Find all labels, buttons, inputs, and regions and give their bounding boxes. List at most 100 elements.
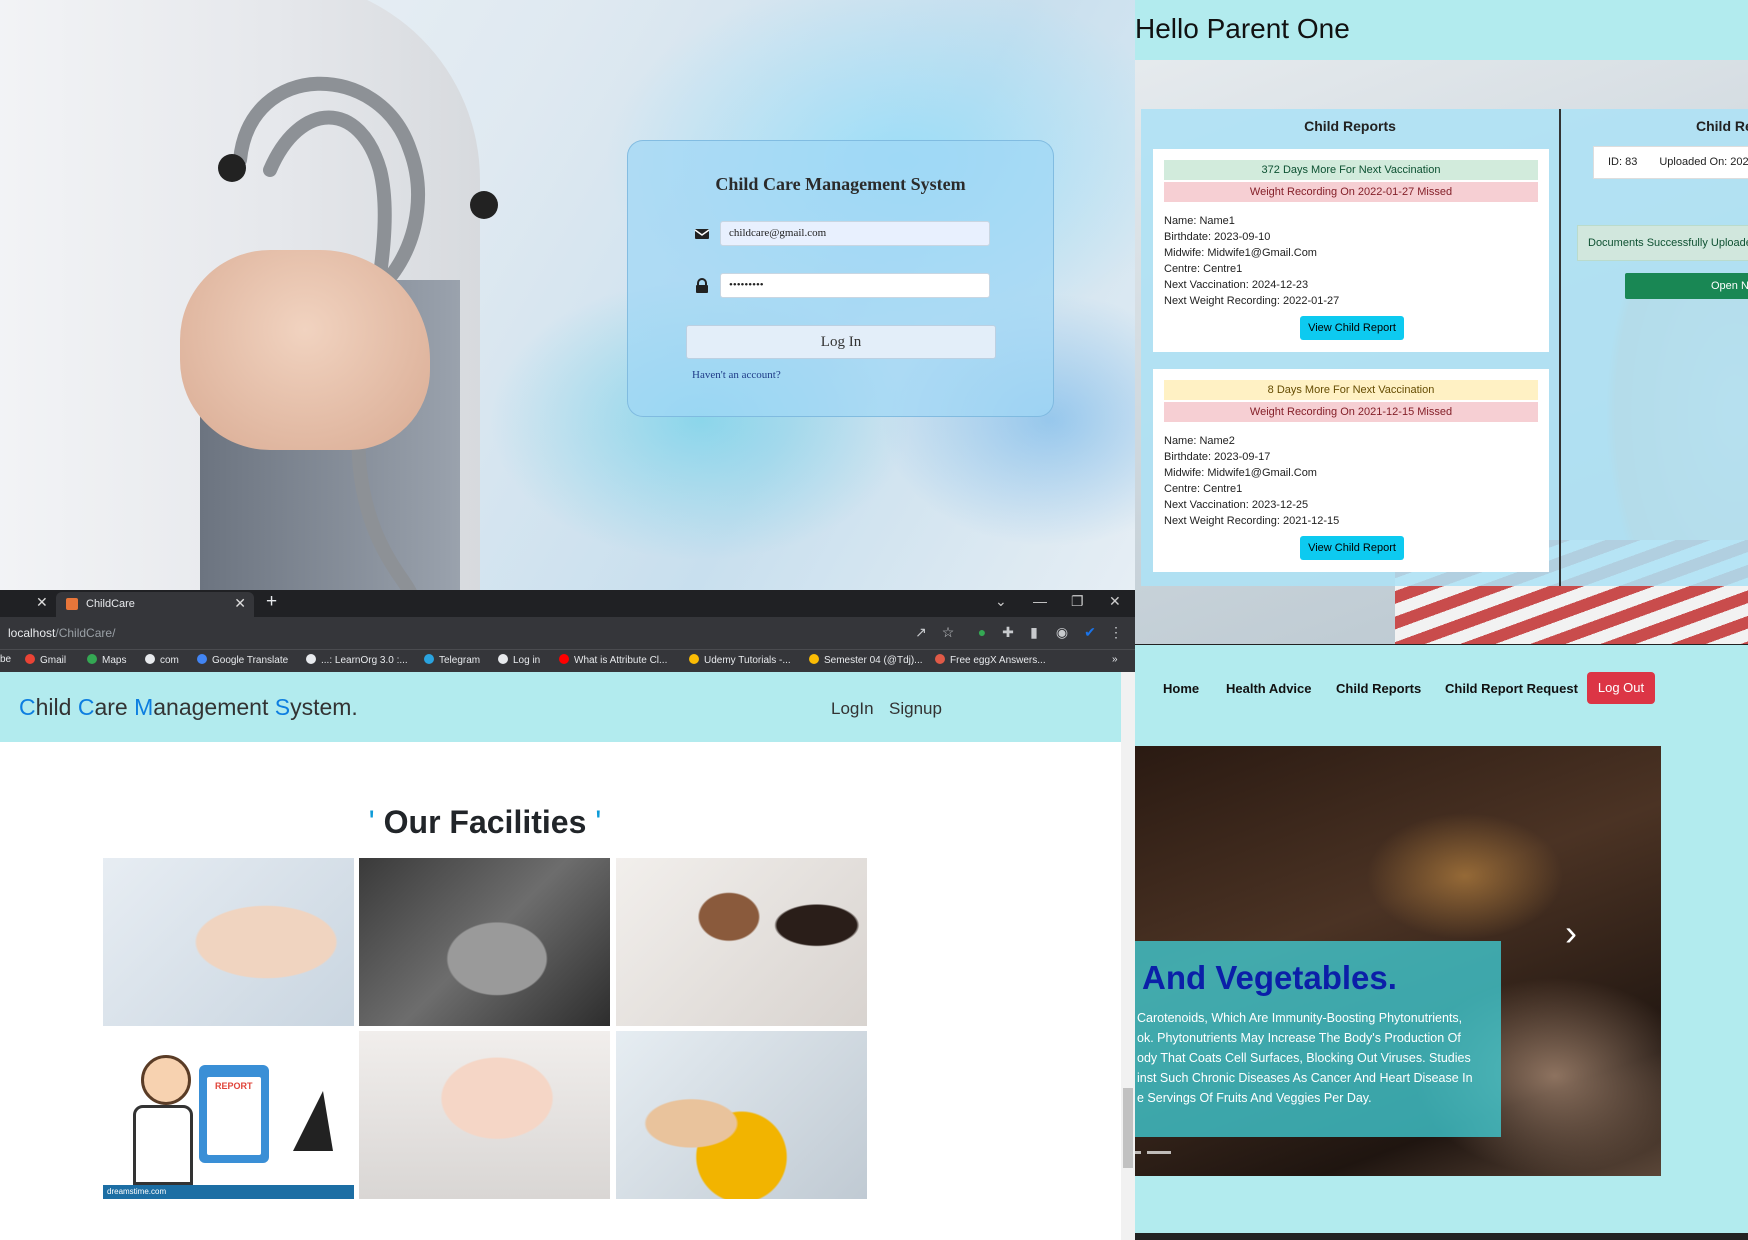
brand-word: anagement: [153, 694, 275, 720]
document-uploaded-date: Uploaded On: 202: [1659, 156, 1748, 168]
brand-letter: C: [77, 694, 95, 720]
side-panel-icon[interactable]: ▮: [1026, 624, 1042, 640]
gmail-icon: [25, 654, 35, 664]
caption-line: inst Such Chronic Diseases As Cancer And…: [1137, 1071, 1473, 1085]
nav-child-report-request-link[interactable]: Child Report Request: [1445, 681, 1578, 696]
health-advice-carousel: And Vegetables. Carotenoids, Which Are I…: [1135, 746, 1661, 1176]
open-document-button[interactable]: Open N: [1625, 273, 1748, 299]
email-field[interactable]: childcare@gmail.com: [720, 221, 990, 246]
column-divider: [1559, 109, 1561, 586]
verified-extension-icon[interactable]: ✔: [1082, 624, 1098, 640]
lock-icon: [696, 278, 708, 293]
bookmark-item[interactable]: Google Translate: [197, 654, 288, 666]
tab-search-chevron-icon[interactable]: ⌄: [995, 593, 1007, 610]
site-navbar: Child Care Management System. LogIn Sign…: [0, 672, 1121, 742]
vaccination-alert: 372 Days More For Next Vaccination: [1164, 160, 1538, 180]
child-birthdate: Birthdate: 2023-09-17: [1164, 451, 1271, 463]
google-drive-icon: [689, 654, 699, 664]
view-child-report-button[interactable]: View Child Report: [1300, 536, 1404, 560]
facilities-title-text: Our Facilities: [383, 804, 587, 840]
bookmark-item[interactable]: Free eggX Answers...: [935, 654, 1046, 666]
brand-word: hild: [35, 694, 78, 720]
bookmark-item[interactable]: Udemy Tutorials -...: [689, 654, 791, 666]
google-drive-icon: [809, 654, 819, 664]
bookmarks-overflow-icon[interactable]: »: [1112, 654, 1118, 665]
bookmark-label: Udemy Tutorials -...: [704, 655, 791, 666]
document-id: ID: 83: [1608, 156, 1638, 168]
close-window-icon[interactable]: ✕: [1109, 593, 1121, 610]
facility-baby-weighing-image: [359, 1031, 610, 1199]
child-midwife: Midwife: Midwife1@Gmail.Com: [1164, 247, 1317, 259]
view-child-report-button[interactable]: View Child Report: [1300, 316, 1404, 340]
close-tab-icon[interactable]: ✕: [36, 594, 48, 611]
url-path: /ChildCare/: [55, 626, 116, 640]
globe-icon: [498, 654, 508, 664]
bookmark-item[interactable]: be: [0, 654, 11, 665]
carousel-indicator[interactable]: [1135, 1151, 1141, 1154]
close-tab-icon[interactable]: ✕: [234, 595, 246, 612]
bookmark-item[interactable]: com: [145, 654, 179, 666]
star-bookmark-icon[interactable]: ☆: [940, 624, 956, 640]
carousel-next-chevron-icon[interactable]: ›: [1565, 912, 1577, 954]
logout-button[interactable]: Log Out: [1587, 672, 1655, 704]
login-button[interactable]: Log In: [686, 325, 996, 359]
puzzle-extensions-icon[interactable]: ✚: [1000, 624, 1016, 640]
password-field[interactable]: •••••••••: [720, 273, 990, 298]
envelope-icon: [694, 229, 710, 239]
new-tab-icon[interactable]: +: [266, 591, 277, 613]
telegram-icon: [424, 654, 434, 664]
nav-home-link[interactable]: Home: [1163, 681, 1199, 696]
login-title: Child Care Management System: [715, 174, 966, 194]
bookmark-label: Semester 04 (@Tdj)...: [824, 655, 923, 666]
signup-link[interactable]: Haven't an account?: [692, 369, 781, 381]
kebab-menu-icon[interactable]: ⋮: [1108, 624, 1124, 640]
bookmark-label: Free eggX Answers...: [950, 655, 1046, 666]
extension-green-icon[interactable]: ●: [974, 624, 990, 640]
nav-health-advice-link[interactable]: Health Advice: [1226, 681, 1312, 696]
carousel-caption: And Vegetables. Carotenoids, Which Are I…: [1135, 941, 1501, 1137]
cartoon-doctor-head: [141, 1055, 191, 1105]
tab-childcare[interactable]: ChildCare ✕: [56, 592, 254, 617]
page-scrollbar[interactable]: [1121, 672, 1135, 1240]
google-translate-icon: [197, 654, 207, 664]
bookmark-item[interactable]: Semester 04 (@Tdj)...: [809, 654, 923, 666]
bookmark-item[interactable]: Gmail: [25, 654, 66, 666]
child-birthdate: Birthdate: 2023-09-10: [1164, 231, 1271, 243]
brand-word: ystem.: [290, 694, 358, 720]
report-label: REPORT: [215, 1081, 253, 1091]
site-brand[interactable]: Child Care Management System.: [19, 694, 358, 721]
watermark-bar: dreamstime.com: [103, 1185, 354, 1199]
quote-mark: ': [368, 804, 375, 840]
bookmark-item[interactable]: What is Attribute Cl...: [559, 654, 667, 666]
caption-line: e Servings Of Fruits And Veggies Per Day…: [1137, 1091, 1372, 1105]
url-host: localhost: [8, 626, 56, 640]
bookmark-label: What is Attribute Cl...: [574, 655, 668, 666]
bookmark-label: Google Translate: [212, 655, 289, 666]
restore-icon[interactable]: ❐: [1071, 593, 1084, 610]
globe-icon: [306, 654, 316, 664]
child-centre: Centre: Centre1: [1164, 263, 1243, 275]
parent-site-screenshot: Home Health Advice Child Reports Child R…: [1135, 645, 1748, 1240]
url-field[interactable]: localhost/ChildCare/: [8, 626, 115, 640]
share-icon[interactable]: ↗: [913, 624, 929, 640]
nav-child-reports-link[interactable]: Child Reports: [1336, 681, 1421, 696]
facility-newborn-delivery-image: [359, 858, 610, 1026]
bookmark-label: ...: LearnOrg 3.0 :...: [321, 655, 408, 666]
bookmark-item[interactable]: Log in: [498, 654, 540, 666]
carousel-indicator[interactable]: [1147, 1151, 1171, 1154]
nav-signup-link[interactable]: Signup: [889, 699, 942, 719]
bottom-strip: [1135, 1233, 1748, 1240]
bookmark-item[interactable]: ...: LearnOrg 3.0 :...: [306, 654, 408, 666]
scrollbar-thumb[interactable]: [1123, 1088, 1133, 1168]
facility-report-image: REPORT dreamstime.com: [103, 1031, 354, 1199]
facility-child-vaccination-image: [616, 1031, 867, 1199]
brand-word: are: [94, 694, 135, 720]
weight-alert: Weight Recording On 2021-12-15 Missed: [1164, 402, 1538, 422]
bookmark-item[interactable]: Maps: [87, 654, 126, 666]
minimize-icon[interactable]: —: [1033, 593, 1047, 609]
caption-line: ody That Coats Cell Surfaces, Blocking O…: [1137, 1051, 1471, 1065]
nav-login-link[interactable]: LogIn: [831, 699, 874, 719]
bookmark-item[interactable]: Telegram: [424, 654, 480, 666]
caption-line: ok. Phytonutrients May Increase The Body…: [1137, 1031, 1461, 1045]
profile-avatar-icon[interactable]: ◉: [1054, 624, 1070, 640]
